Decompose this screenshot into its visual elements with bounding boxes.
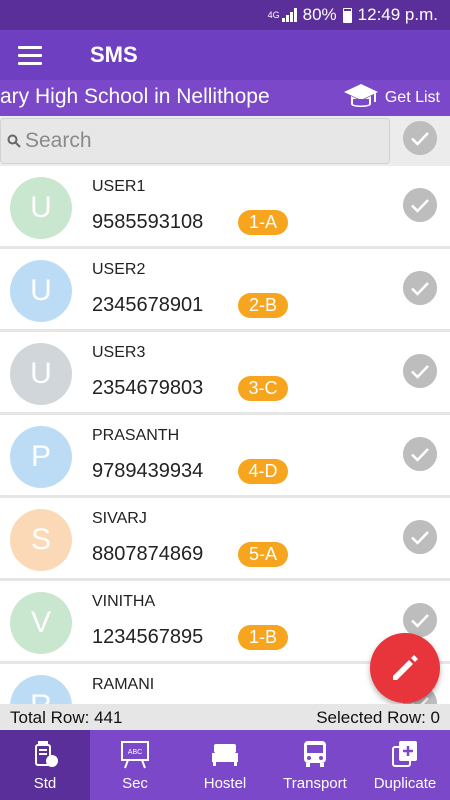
contact-list[interactable]: U USER1 9585593108 1-A U USER2 234567890…: [0, 166, 450, 704]
network-indicator: 4G: [268, 8, 297, 22]
battery-percent: 80%: [302, 5, 337, 24]
class-badge: 4-D: [238, 459, 288, 484]
list-item[interactable]: U USER1 9585593108 1-A: [0, 166, 450, 246]
select-checkbox[interactable]: [403, 188, 437, 222]
search-box: [0, 118, 390, 164]
compose-button[interactable]: [370, 633, 440, 703]
contact-name: USER1: [92, 178, 146, 195]
bed-icon: [212, 744, 238, 766]
check-circle-icon: [403, 188, 437, 222]
select-all-checkbox[interactable]: [403, 121, 437, 155]
bus-icon: [304, 741, 326, 767]
duplicate-icon: [392, 741, 417, 767]
class-badge: 5-A: [238, 542, 288, 567]
select-checkbox[interactable]: [403, 354, 437, 388]
list-item[interactable]: S SIVARJ 8807874869 5-A: [0, 498, 450, 578]
list-item[interactable]: P PRASANTH 9789439934 4-D: [0, 415, 450, 495]
class-badge: 1-A: [238, 210, 288, 235]
check-circle-icon: [403, 603, 437, 637]
nav-sec[interactable]: ABC Sec: [90, 730, 180, 800]
search-input[interactable]: [25, 129, 365, 153]
nav-std-label: Std: [33, 775, 57, 792]
contact-name: RAMANI: [92, 676, 155, 693]
total-row-count: Total Row: 441: [10, 708, 123, 727]
app-bar: SMS: [0, 30, 450, 80]
contact-name: PRASANTH: [92, 427, 180, 444]
pencil-icon: [393, 655, 418, 680]
network-type: 4G: [267, 9, 280, 20]
class-badge: 1-B: [238, 625, 288, 650]
check-circle-icon: [403, 437, 437, 471]
search-icon: [7, 134, 21, 148]
avatar: U: [10, 343, 72, 405]
select-checkbox[interactable]: [403, 437, 437, 471]
contact-phone: 9585593108: [92, 211, 204, 233]
battery-icon: [342, 7, 352, 23]
nav-hostel[interactable]: Hostel: [180, 730, 270, 800]
nav-hostel-label: Hostel: [203, 775, 247, 792]
search-row: [0, 116, 450, 166]
avatar: R: [10, 675, 72, 704]
status-bar: 4G 80% 12:49 p.m.: [0, 0, 450, 30]
get-list-button[interactable]: Get List: [343, 80, 440, 116]
nav-transport-label: Transport: [283, 775, 347, 792]
nav-transport[interactable]: Transport: [270, 730, 360, 800]
school-bar: ary High School in Nellithope Get List: [0, 80, 450, 116]
nav-sec-label: Sec: [122, 775, 148, 792]
contact-name: SIVARJ: [92, 510, 147, 527]
avatar: U: [10, 260, 72, 322]
menu-icon[interactable]: [0, 30, 60, 80]
select-checkbox[interactable]: [403, 520, 437, 554]
nav-duplicate[interactable]: Duplicate: [360, 730, 450, 800]
select-checkbox[interactable]: [403, 271, 437, 305]
bottom-nav: Std ABC Sec Hostel Transport Duplicate: [0, 730, 450, 800]
clock: 12:49 p.m.: [357, 5, 438, 24]
contact-phone: 1234567895: [92, 626, 204, 648]
class-badge: 3-C: [238, 376, 288, 401]
avatar: U: [10, 177, 72, 239]
nav-duplicate-label: Duplicate: [373, 775, 437, 792]
check-circle-icon: [403, 520, 437, 554]
student-icon: [35, 741, 58, 767]
check-circle-icon: [403, 271, 437, 305]
list-item[interactable]: U USER3 2354679803 3-C: [0, 332, 450, 412]
contact-name: VINITHA: [92, 593, 156, 610]
get-list-label: Get List: [384, 89, 440, 106]
contact-name: USER3: [92, 344, 146, 361]
school-name: ary High School in Nellithope: [0, 85, 270, 108]
check-circle-icon: [403, 354, 437, 388]
app-title: SMS: [90, 42, 138, 67]
class-badge: 2-B: [238, 293, 288, 318]
selected-row-count: Selected Row: 0: [316, 708, 440, 727]
contact-phone: 2345678901: [92, 294, 204, 316]
check-circle-icon: [403, 121, 437, 155]
nav-std[interactable]: Std: [0, 730, 90, 800]
select-checkbox[interactable]: [403, 603, 437, 637]
list-item[interactable]: U USER2 2345678901 2-B: [0, 249, 450, 329]
avatar: V: [10, 592, 72, 654]
totals-bar: Total Row: 441 Selected Row: 0: [0, 704, 450, 730]
graduation-cap-icon: [343, 84, 378, 107]
contact-phone: 9789439934: [92, 460, 204, 482]
contact-phone: 2354679803: [92, 377, 204, 399]
signal-icon: [281, 8, 297, 22]
board-icon: ABC: [121, 741, 149, 769]
avatar: P: [10, 426, 72, 488]
contact-name: USER2: [92, 261, 146, 278]
avatar: S: [10, 509, 72, 571]
svg-text:ABC: ABC: [128, 749, 142, 756]
contact-phone: 8807874869: [92, 543, 204, 565]
